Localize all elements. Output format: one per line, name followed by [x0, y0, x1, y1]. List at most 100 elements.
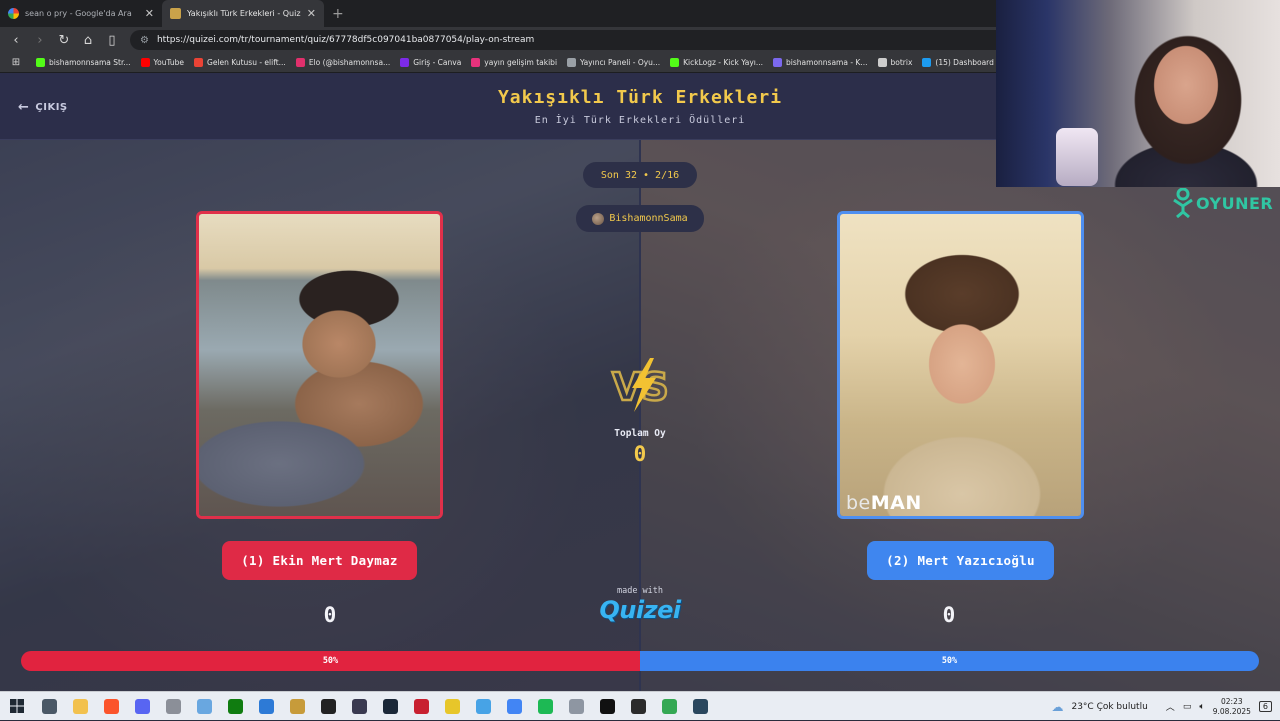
- bookmark-item[interactable]: Giriş - Canva: [400, 58, 461, 67]
- weather-text[interactable]: 23°C Çok bulutlu: [1071, 702, 1147, 712]
- total-votes-value: 0: [633, 442, 647, 466]
- notion-icon[interactable]: [592, 692, 623, 721]
- bookmark-item[interactable]: bishamonnsama - K...: [773, 58, 868, 67]
- bookmark-icon: [194, 58, 204, 67]
- epic-games-icon[interactable]: [313, 692, 344, 721]
- bookmark-star-icon[interactable]: ▯: [102, 30, 122, 50]
- watermark-light: be: [846, 492, 871, 514]
- app5-icon[interactable]: [561, 692, 592, 721]
- app3-icon[interactable]: [437, 692, 468, 721]
- bookmark-label: bishamonnsama - K...: [786, 58, 868, 67]
- tab-title: sean o pry - Google'da Ara: [25, 9, 132, 18]
- bookmark-icon: [567, 58, 577, 67]
- app2-icon[interactable]: [282, 692, 313, 721]
- quizei-logo[interactable]: Quizei: [590, 596, 690, 624]
- start-button[interactable]: [0, 692, 34, 721]
- round-badge: Son 32 • 2/16: [583, 162, 697, 188]
- address-bar[interactable]: ⚙ https://quizei.com/tr/tournament/quiz/…: [130, 30, 1010, 50]
- total-votes-label: Toplam Oy: [614, 428, 666, 439]
- host-name: BishamonnSama: [609, 213, 688, 224]
- bookmark-label: Giriş - Canva: [413, 58, 462, 67]
- steam-icon[interactable]: [375, 692, 406, 721]
- photo-watermark: beMAN: [846, 492, 922, 514]
- forward-icon[interactable]: ›: [30, 30, 50, 50]
- close-tab-icon[interactable]: ✕: [145, 7, 154, 20]
- clock[interactable]: 02:23 9.08.2025: [1213, 697, 1251, 717]
- clock-date: 9.08.2025: [1212, 706, 1251, 716]
- oyuner-text: OYUNER: [1196, 193, 1274, 213]
- bookmark-icon: [471, 58, 481, 67]
- bookmark-item[interactable]: YouTube: [140, 58, 185, 67]
- close-tab-icon[interactable]: ✕: [307, 7, 316, 20]
- clock-time: 02:23: [1221, 696, 1243, 706]
- webcam-overlay: [996, 0, 1280, 187]
- bookmark-label: bishamonnsama Str...: [49, 58, 131, 67]
- app-icon[interactable]: [158, 692, 189, 721]
- bookmark-label: Elo (@bishamonnsa...: [308, 58, 391, 67]
- bookmark-item[interactable]: yayın gelişim takibi: [471, 58, 557, 67]
- bookmark-label: YouTube: [153, 58, 185, 67]
- watermark-bold: MAN: [870, 492, 922, 514]
- tab-title: Yakışıklı Türk Erkekleri - Quizei: [187, 9, 301, 18]
- tab-quizei[interactable]: Yakışıklı Türk Erkekleri - Quizei ✕: [162, 0, 324, 27]
- app4-icon[interactable]: [468, 692, 499, 721]
- left-contestant-card[interactable]: [196, 211, 443, 519]
- weather-icon[interactable]: ☁: [1051, 700, 1063, 714]
- round-text: Son 32 • 2/16: [600, 169, 680, 181]
- right-contestant-card[interactable]: beMAN: [837, 211, 1084, 519]
- bookmark-item[interactable]: Yayıncı Paneli - Oyu...: [567, 58, 660, 67]
- volume-icon[interactable]: 🔈︎: [1199, 702, 1204, 712]
- notification-icon[interactable]: 6: [1258, 701, 1272, 712]
- bookmark-icon: [877, 58, 887, 67]
- oyuner-figure-icon: [1173, 188, 1193, 218]
- bookmark-label: botrix: [890, 58, 913, 67]
- record-icon[interactable]: [406, 692, 437, 721]
- host-avatar: [592, 212, 605, 225]
- google-icon: [8, 8, 19, 19]
- network-icon[interactable]: ▭: [1183, 702, 1192, 712]
- discord-icon[interactable]: [127, 692, 158, 721]
- vs-lightning-icon: VS: [611, 358, 670, 412]
- bookmark-icon: [922, 58, 932, 67]
- oyuner-logo: OYUNER: [1172, 188, 1273, 218]
- apps-grid-icon[interactable]: ⊞: [6, 53, 26, 73]
- new-tab-icon[interactable]: +: [332, 0, 344, 27]
- vote-right-button[interactable]: (2) Mert Yazıcıoğlu: [867, 541, 1054, 580]
- store-icon[interactable]: [251, 692, 282, 721]
- chrome-icon[interactable]: [499, 692, 530, 721]
- url-text: https://quizei.com/tr/tournament/quiz/67…: [156, 35, 535, 45]
- home-icon[interactable]: ⌂: [78, 30, 98, 50]
- webcam-lamp: [1056, 128, 1098, 186]
- file-explorer-icon[interactable]: [65, 692, 96, 721]
- bookmark-label: Gelen Kutusu - elift...: [207, 58, 286, 67]
- paint-icon[interactable]: [189, 692, 220, 721]
- steam2-icon[interactable]: [685, 692, 716, 721]
- quizei-favicon-icon: [170, 8, 181, 19]
- chrome2-icon[interactable]: [654, 692, 685, 721]
- bookmark-item[interactable]: Gelen Kutusu - elift...: [194, 58, 286, 67]
- app6-icon[interactable]: [623, 692, 654, 721]
- bookmark-icon: [400, 58, 410, 67]
- tab-google-search[interactable]: sean o pry - Google'da Ara ✕: [0, 0, 162, 27]
- vote-left-button[interactable]: (1) Ekin Mert Daymaz: [222, 541, 417, 580]
- right-contestant-photo: [840, 214, 1081, 516]
- back-icon[interactable]: ‹: [6, 30, 26, 50]
- bookmark-item[interactable]: KickLogz - Kick Yayı...: [670, 58, 763, 67]
- left-percent-bar: 50%: [21, 651, 640, 671]
- windows-icon: [10, 699, 24, 713]
- left-score: 0: [323, 603, 337, 627]
- bookmark-icon: [670, 58, 680, 67]
- site-info-icon[interactable]: ⚙: [140, 35, 149, 46]
- reload-icon[interactable]: ↻: [54, 30, 74, 50]
- brave-icon[interactable]: [96, 692, 127, 721]
- obs-icon[interactable]: [344, 692, 375, 721]
- task-view-icon[interactable]: [34, 692, 65, 721]
- bookmark-item[interactable]: botrix: [877, 58, 913, 67]
- bookmark-item[interactable]: bishamonnsama Str...: [36, 58, 131, 67]
- bookmark-item[interactable]: Elo (@bishamonnsa...: [295, 58, 391, 67]
- bookmark-icon: [773, 58, 783, 67]
- xbox-icon[interactable]: [220, 692, 251, 721]
- tray-overflow-icon[interactable]: ︿: [1166, 700, 1175, 713]
- spotify-icon[interactable]: [530, 692, 561, 721]
- bookmark-label: Yayıncı Paneli - Oyu...: [580, 58, 661, 67]
